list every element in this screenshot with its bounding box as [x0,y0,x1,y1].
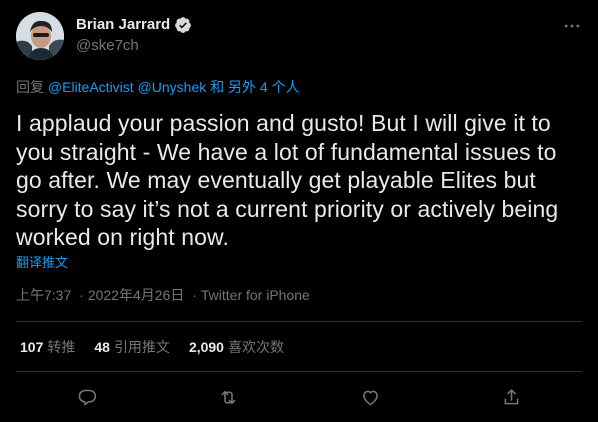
translate-tweet-link[interactable]: 翻译推文 [16,252,68,271]
tweet-meta: 上午7:37 · 2022年4月26日 · Twitter for iPhone [16,285,310,305]
retweets-stat[interactable]: 107 转推 [20,337,75,357]
avatar-image [16,12,64,60]
retweet-button[interactable] [209,378,247,416]
likes-label: 喜欢次数 [227,339,284,355]
meta-separator: · [192,287,197,303]
more-horizontal-icon [564,24,580,28]
tweet-detail: Brian Jarrard @ske7ch 回复 @EliteActivist … [0,0,598,422]
mention-unyshek[interactable]: @Unyshek [138,79,207,95]
replying-to: 回复 @EliteActivist @Unyshek 和 另外 4 个人 [16,77,300,97]
more-options-button[interactable] [556,12,588,40]
tweet-stats: 107 转推 48 引用推文 2,090 喜欢次数 [20,337,284,357]
tweet-text: I applaud your passion and gusto! But I … [16,110,559,250]
retweets-count: 107 [20,339,44,355]
like-icon [362,390,378,405]
share-button[interactable] [492,378,530,416]
quotes-label: 引用推文 [113,339,170,355]
author-name[interactable]: Brian Jarrard [76,15,170,35]
like-button[interactable] [351,378,389,416]
verified-badge-icon [174,16,192,34]
share-icon [504,388,518,404]
reply-prefix: 回复 [16,79,44,95]
tweet-actions [0,378,598,418]
quotes-stat[interactable]: 48 引用推文 [94,337,170,357]
tweet-date[interactable]: 2022年4月26日 [88,287,185,303]
retweets-label: 转推 [47,339,76,355]
tweet-source[interactable]: Twitter for iPhone [201,287,310,303]
reply-button[interactable] [68,378,106,416]
mention-others[interactable]: 和 另外 4 个人 [210,79,299,95]
likes-stat[interactable]: 2,090 喜欢次数 [189,337,284,357]
likes-count: 2,090 [188,339,224,355]
quotes-count: 48 [94,339,110,355]
author-name-row[interactable]: Brian Jarrard [76,15,192,35]
tweet-time[interactable]: 上午7:37 [16,287,71,303]
divider [16,371,582,372]
meta-separator: · [79,287,84,303]
reply-icon [78,389,96,405]
retweet-icon [221,390,235,404]
divider [16,321,582,322]
mention-eliteactivist[interactable]: @EliteActivist [48,79,134,95]
author-handle[interactable]: @ske7ch [76,36,139,56]
avatar[interactable] [16,12,64,60]
